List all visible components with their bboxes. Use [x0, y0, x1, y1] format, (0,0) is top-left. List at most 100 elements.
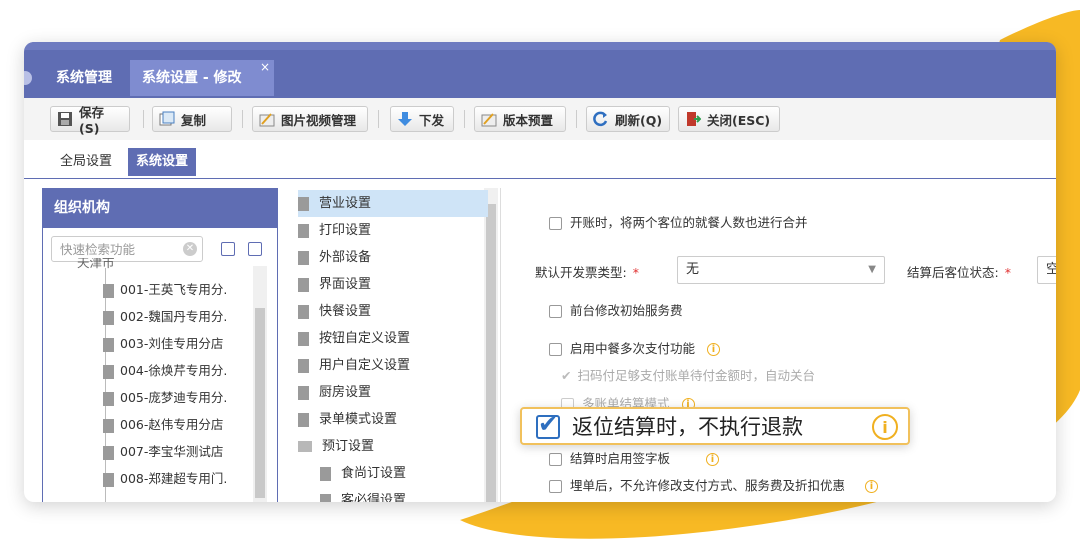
menu-sub-item[interactable]: 客必得设置 — [320, 487, 480, 502]
tree-item-label: 003-刘佳专用分店 — [120, 336, 224, 351]
tree-item-store[interactable]: 001-王英飞专用分. — [103, 276, 253, 303]
copy-icon — [159, 111, 175, 127]
menu-item-label: 营业设置 — [319, 196, 372, 211]
save-button[interactable]: 保存(S) — [50, 105, 130, 136]
tree-item-store[interactable]: 003-刘佳专用分店 — [103, 330, 253, 357]
menu-sub-item[interactable]: 食尚订设置 — [320, 460, 480, 487]
menu-item[interactable]: 打印设置 — [298, 217, 488, 244]
menu-item[interactable]: 快餐设置 — [298, 298, 488, 325]
subtab-bar: 全局设置 系统设置 — [24, 140, 1056, 179]
menu-item-label: 用户自定义设置 — [319, 358, 411, 373]
version-preset-label: 版本预置 — [503, 112, 554, 128]
tree-item-label: 004-徐焕芹专用分. — [120, 363, 228, 378]
arrow-down-icon — [397, 111, 413, 127]
version-preset-button[interactable]: 版本预置 — [474, 106, 566, 132]
org-scrollbar[interactable] — [253, 266, 267, 502]
menu-item-label: 食尚订设置 — [341, 466, 407, 481]
tree-item-store[interactable]: 004-徐焕芹专用分. — [103, 357, 253, 384]
info-icon[interactable]: i — [865, 480, 879, 493]
org-panel: 组织机构 快速检索功能 ✕ 天津市 001-王英飞专用分. 002-魏国丹专用分… — [42, 188, 278, 502]
list-icon[interactable] — [248, 242, 262, 256]
menu-item-label: 厨房设置 — [319, 385, 372, 400]
tree-item-store[interactable]: 007-李宝华测试店 — [103, 438, 253, 465]
tree-item-label: 007-李宝华测试店 — [120, 444, 224, 459]
invoice-type-label: 默认开发票类型: * — [535, 265, 639, 280]
menu-item-label: 打印设置 — [319, 223, 372, 238]
no-modify-after-bill-option[interactable]: 埋单后，不允许修改支付方式、服务费及折扣优惠 i — [549, 475, 879, 494]
close-esc-button[interactable]: 关闭(ESC) — [678, 106, 780, 132]
menu-item-label: 按钮自定义设置 — [319, 331, 411, 346]
close-icon[interactable]: × — [260, 60, 270, 74]
callout-text: 返位结算时，不执行退款 — [572, 415, 803, 439]
media-manage-button[interactable]: 图片视频管理 — [252, 106, 368, 132]
refresh-icon — [593, 111, 609, 127]
menu-item-label: 外部设备 — [319, 250, 372, 265]
tree-node-tianjin[interactable]: 天津市 — [77, 258, 227, 272]
tree-item-store[interactable]: 006-赵伟专用分店 — [103, 411, 253, 438]
checkmark-icon: ✔ — [538, 410, 559, 438]
close-esc-label: 关闭(ESC) — [707, 112, 771, 128]
settings-content: 开账时，将两个客位的就餐人数也进行合并 默认开发票类型: * 无 ▼ 结算后客位状… — [500, 188, 1056, 502]
chevron-down-icon: ▼ — [868, 264, 876, 275]
after-settle-select[interactable]: 空 — [1037, 256, 1056, 284]
menu-item[interactable]: 界面设置 — [298, 271, 488, 298]
floppy-icon — [57, 111, 73, 127]
checkbox[interactable] — [549, 217, 562, 230]
checkbox[interactable] — [549, 305, 562, 318]
info-icon[interactable]: i — [706, 453, 720, 466]
tab-bar: 系统管理 系统设置 - 修改 × — [24, 42, 1056, 98]
tree-item-label: 001-王英飞专用分. — [120, 282, 228, 297]
tree-item-label: 002-魏国丹专用分. — [120, 309, 228, 324]
menu-item[interactable]: 用户自定义设置 — [298, 352, 488, 379]
exit-door-icon — [685, 111, 702, 127]
copy-label: 复制 — [181, 112, 207, 128]
settings-menu: 营业设置 打印设置 外部设备 界面设置 快餐设置 按钮自定义设置 用户自定义设置… — [286, 188, 500, 502]
invoice-type-select[interactable]: 无 ▼ — [677, 256, 885, 284]
dispatch-label: 下发 — [419, 112, 445, 128]
refund-callout[interactable]: ✔ 返位结算时，不执行退款 i — [520, 407, 910, 445]
tab-system-settings[interactable]: 系统设置 — [128, 148, 197, 176]
auto-close-option[interactable]: ✔ 扫码付足够支付账单待付金额时，自动关台 — [561, 365, 815, 384]
checkbox[interactable] — [549, 453, 562, 466]
edit-icon — [481, 111, 497, 127]
media-manage-label: 图片视频管理 — [281, 112, 357, 128]
tree-item-store[interactable]: 002-魏国丹专用分. — [103, 303, 253, 330]
menu-item[interactable]: 厨房设置 — [298, 379, 488, 406]
menu-item[interactable]: 营业设置 — [298, 190, 488, 217]
checkmark-icon: ✔ — [561, 368, 572, 383]
after-settle-label: 结算后客位状态: * — [907, 265, 1011, 280]
menu-item[interactable]: 录单模式设置 — [298, 406, 488, 433]
signature-option[interactable]: 结算时启用签字板 i — [549, 448, 720, 467]
menu-item-folder[interactable]: 预订设置 — [298, 433, 488, 460]
tree-item-label: 006-赵伟专用分店 — [120, 417, 224, 432]
tab-system-management[interactable]: 系统管理 — [44, 60, 124, 96]
menu-item[interactable]: 外部设备 — [298, 244, 488, 271]
menu-item[interactable]: 按钮自定义设置 — [298, 325, 488, 352]
refresh-label: 刷新(Q) — [615, 112, 663, 128]
tree-item-store[interactable]: 008-郑建超专用门. — [103, 465, 253, 492]
merge-guests-option[interactable]: 开账时，将两个客位的就餐人数也进行合并 — [549, 212, 808, 231]
org-panel-title: 组织机构 — [42, 188, 278, 228]
info-icon[interactable]: i — [707, 343, 721, 356]
clear-icon[interactable]: ✕ — [183, 242, 197, 256]
tree-item-label: 005-庞梦迪专用分. — [120, 390, 228, 405]
tab-global-settings[interactable]: 全局设置 — [52, 148, 120, 176]
front-modify-service-option[interactable]: 前台修改初始服务费 — [549, 300, 683, 319]
dispatch-button[interactable]: 下发 — [390, 106, 454, 132]
checkbox[interactable] — [549, 480, 562, 493]
menu-item-label: 快餐设置 — [319, 304, 372, 319]
multi-pay-option[interactable]: 启用中餐多次支付功能 i — [549, 338, 721, 357]
tab-system-settings-edit[interactable]: 系统设置 - 修改 — [130, 60, 274, 96]
tree-item-store[interactable]: 005-庞梦迪专用分. — [103, 384, 253, 411]
image-edit-icon — [259, 111, 275, 127]
tree-item-label: 008-郑建超专用门. — [120, 471, 228, 486]
menu-item-label: 界面设置 — [319, 277, 372, 292]
info-icon[interactable]: i — [872, 414, 898, 440]
circle-icon — [24, 71, 32, 85]
checkbox[interactable] — [549, 343, 562, 356]
refresh-button[interactable]: 刷新(Q) — [586, 106, 670, 132]
copy-button[interactable]: 复制 — [152, 106, 232, 132]
expand-tree-icon[interactable] — [221, 242, 235, 256]
menu-item-label: 录单模式设置 — [319, 412, 398, 427]
save-label: 保存(S) — [79, 105, 105, 136]
